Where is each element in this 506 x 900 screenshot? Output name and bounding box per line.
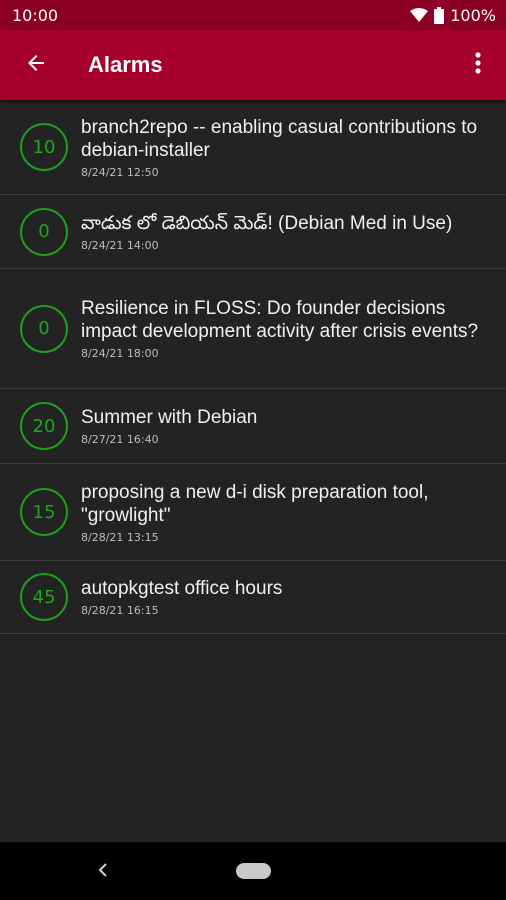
alarm-time: 8/24/21 12:50 (81, 165, 159, 179)
alarm-time: 8/27/21 16:40 (81, 433, 159, 446)
nav-back-button[interactable] (95, 856, 111, 888)
alarm-time: 8/28/21 13:15 (81, 530, 159, 544)
list-item[interactable]: 10 branch2repo -- enabling casual contri… (0, 100, 506, 195)
system-nav-bar (0, 842, 506, 900)
item-text: Resilience in FLOSS: Do founder decision… (81, 297, 492, 360)
chevron-left-icon (95, 863, 111, 888)
app-bar: Alarms (0, 30, 506, 100)
list-item[interactable]: 0 వాడుక లో డెబియన్ మెడ్! (Debian Med in … (0, 195, 506, 269)
wifi-icon (410, 8, 429, 22)
alarm-time: 8/28/21 16:15 (81, 604, 159, 617)
arrow-left-icon (24, 51, 48, 79)
alarm-time: 8/24/21 18:00 (81, 347, 159, 360)
status-bar: 10:00 100% (0, 0, 506, 30)
nav-home-pill[interactable] (236, 863, 271, 879)
item-text: proposing a new d-i disk preparation too… (81, 481, 492, 544)
alarm-count-badge: 45 (20, 573, 68, 621)
item-text: వాడుక లో డెబియన్ మెడ్! (Debian Med in Us… (81, 212, 492, 252)
alarm-time: 8/24/21 14:00 (81, 238, 159, 252)
battery-level: 100% (450, 5, 496, 25)
list-item[interactable]: 45 autopkgtest office hours 8/28/21 16:1… (0, 561, 506, 634)
list-item[interactable]: 15 proposing a new d-i disk preparation … (0, 464, 506, 561)
alarm-title: branch2repo -- enabling casual contribut… (81, 116, 478, 161)
item-text: branch2repo -- enabling casual contribut… (81, 116, 492, 179)
alarm-title: Resilience in FLOSS: Do founder decision… (81, 298, 479, 342)
alarm-count-badge: 0 (20, 207, 68, 256)
alarm-title: autopkgtest office hours (81, 578, 283, 599)
status-icons: 100% (410, 6, 496, 25)
alarm-count-badge: 10 (20, 123, 68, 171)
battery-icon (434, 6, 445, 24)
page-title: Alarms (88, 52, 163, 77)
alarm-list: 10 branch2repo -- enabling casual contri… (0, 100, 506, 634)
alarm-count-badge: 15 (20, 488, 68, 536)
alarm-title: proposing a new d-i disk preparation too… (81, 481, 429, 526)
alarm-count-badge: 0 (20, 304, 68, 353)
back-button[interactable] (0, 30, 72, 100)
list-item[interactable]: 0 Resilience in FLOSS: Do founder decisi… (0, 269, 506, 389)
item-text: autopkgtest office hours 8/28/21 16:15 (81, 577, 492, 617)
overflow-menu-button[interactable] (450, 30, 506, 100)
more-vert-icon (475, 52, 481, 78)
list-item[interactable]: 20 Summer with Debian 8/27/21 16:40 (0, 389, 506, 464)
alarm-count-badge: 20 (20, 402, 68, 450)
status-time: 10:00 (12, 5, 59, 25)
item-text: Summer with Debian 8/27/21 16:40 (81, 406, 492, 446)
alarm-title: వాడుక లో డెబియన్ మెడ్! (Debian Med in Us… (81, 212, 453, 234)
alarm-title: Summer with Debian (81, 407, 258, 428)
